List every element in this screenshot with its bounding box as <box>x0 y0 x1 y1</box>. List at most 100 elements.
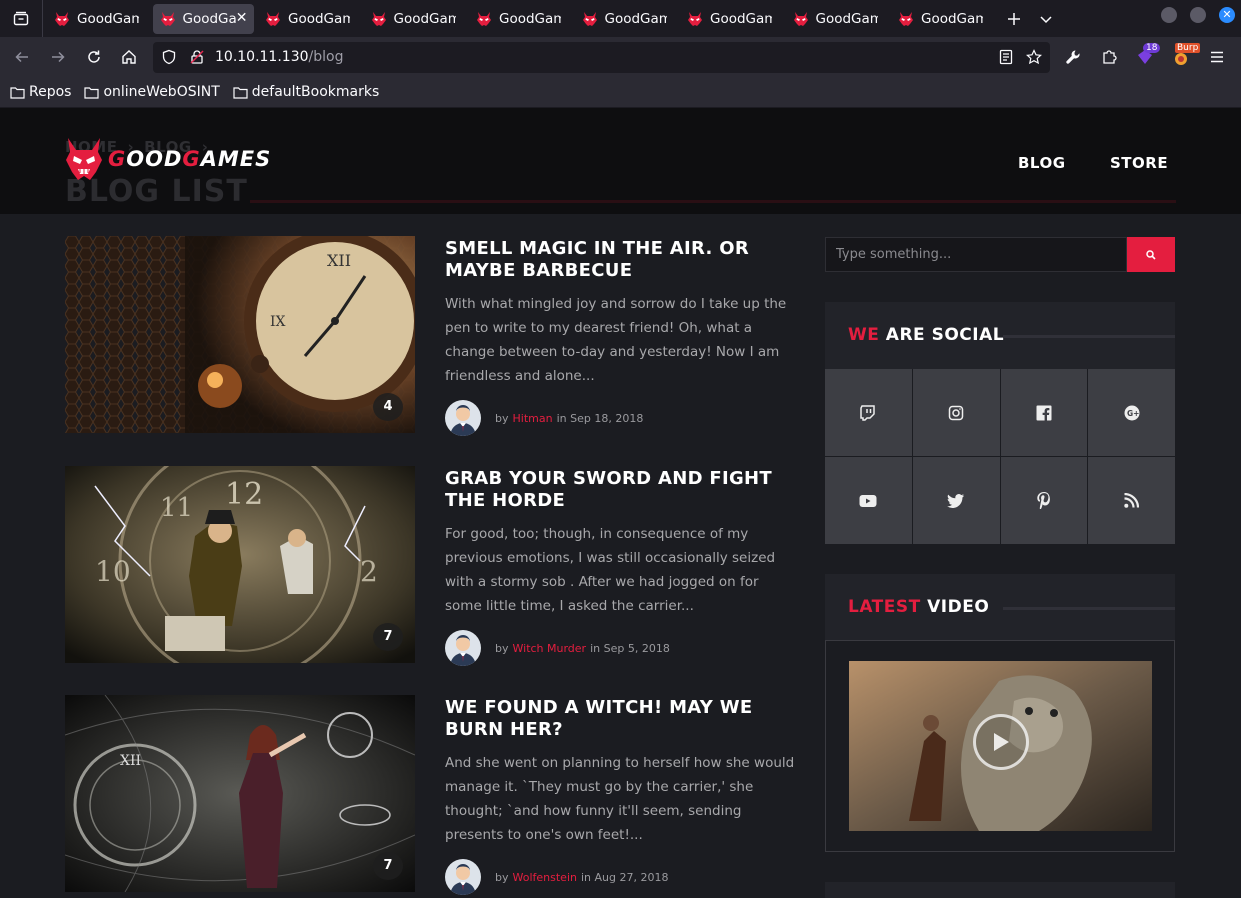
latest-video-widget <box>825 640 1175 852</box>
site-logo[interactable]: GOODGAMES <box>64 136 271 182</box>
tab-title: GoodGam <box>393 10 456 27</box>
heading-divider <box>250 200 1176 203</box>
tab-title: GoodGam <box>815 10 878 27</box>
extensions-button[interactable] <box>1097 45 1121 69</box>
bookmark-folder-onlinewebosint[interactable]: onlineWebOSINT <box>84 84 220 100</box>
post-title[interactable]: GRAB YOUR SWORD AND FIGHT THE HORDE <box>445 468 790 512</box>
reload-button[interactable] <box>82 45 106 69</box>
pinterest-link[interactable] <box>1000 457 1088 544</box>
user-avatar-icon <box>450 864 476 895</box>
home-button[interactable] <box>117 45 141 69</box>
video-thumbnail[interactable] <box>849 661 1152 831</box>
play-icon <box>994 733 1009 751</box>
blog-post: 12 10 2 11 7 GRAB YOUR SWORD AND FIGHT T… <box>65 466 795 666</box>
bookmark-folder-defaultbookmarks[interactable]: defaultBookmarks <box>233 84 379 100</box>
post-excerpt: With what mingled joy and sorrow do I ta… <box>445 296 787 384</box>
browser-tab[interactable]: GoodGam <box>258 4 359 34</box>
post-thumbnail[interactable]: XII IX 4 <box>65 236 415 433</box>
facebook-link[interactable] <box>1000 369 1088 456</box>
witch-image: XII <box>65 695 415 892</box>
browser-tab[interactable]: GoodGam <box>575 4 676 34</box>
post-author-link[interactable]: Wolfenstein <box>513 871 577 884</box>
browser-tab[interactable]: GoodGam <box>786 4 887 34</box>
search-input[interactable] <box>825 237 1127 272</box>
rss-icon <box>1124 493 1140 508</box>
play-video-button[interactable] <box>973 714 1029 770</box>
search-button[interactable] <box>1127 237 1175 272</box>
window-close-button[interactable]: ✕ <box>1219 7 1235 23</box>
post-author-link[interactable]: Witch Murder <box>513 642 587 655</box>
new-tab-button[interactable] <box>997 4 1031 34</box>
post-title[interactable]: SMELL MAGIC IN THE AIR. OR MAYBE BARBECU… <box>445 238 790 282</box>
devtools-button[interactable] <box>1061 45 1085 69</box>
by-label: by <box>495 870 509 884</box>
browser-tab[interactable]: GoodGa ✕ <box>152 3 254 34</box>
by-label: by <box>495 411 509 425</box>
bookmark-label: onlineWebOSINT <box>103 84 220 100</box>
back-button[interactable] <box>10 45 34 69</box>
comment-count-badge[interactable]: 7 <box>373 852 403 880</box>
in-label: in <box>590 641 601 655</box>
youtube-link[interactable] <box>825 457 912 544</box>
comment-count-badge[interactable]: 7 <box>373 623 403 651</box>
browser-tab[interactable]: GoodGam <box>364 4 465 34</box>
folder-icon <box>233 86 248 99</box>
user-avatar-icon <box>450 635 476 666</box>
list-all-tabs-button[interactable] <box>1031 4 1061 34</box>
folder-icon <box>10 86 25 99</box>
author-avatar[interactable] <box>445 630 481 666</box>
author-avatar[interactable] <box>445 859 481 895</box>
svg-text:11: 11 <box>160 493 193 523</box>
bookmark-folder-repos[interactable]: Repos <box>10 84 71 100</box>
browser-tab[interactable]: GoodGam <box>469 4 570 34</box>
post-meta: by Wolfenstein in Aug 27, 2018 <box>445 859 668 895</box>
svg-text:G+: G+ <box>1127 409 1139 418</box>
forward-button[interactable] <box>46 45 70 69</box>
comment-count-badge[interactable]: 4 <box>373 393 403 421</box>
close-tab-icon[interactable]: ✕ <box>236 10 248 26</box>
post-thumbnail[interactable]: XII 7 <box>65 695 415 892</box>
twitter-icon <box>947 493 965 508</box>
tab-strip: GoodGam GoodGa ✕ GoodGam GoodGam GoodGam GoodG… <box>47 3 997 34</box>
insecure-lock-icon[interactable] <box>189 49 205 65</box>
url-bar[interactable]: 10.10.11.130/blog <box>153 42 1050 73</box>
rss-link[interactable] <box>1088 457 1175 544</box>
post-thumbnail[interactable]: 12 10 2 11 7 <box>65 466 415 663</box>
url-host: 10.10.11.130 <box>215 49 309 65</box>
pinterest-icon <box>1037 492 1050 509</box>
post-author-link[interactable]: Hitman <box>513 412 553 425</box>
twitter-link[interactable] <box>912 457 1000 544</box>
url-text[interactable]: 10.10.11.130/blog <box>215 49 343 65</box>
firefox-view-button[interactable] <box>0 0 42 37</box>
browser-nav-bar: 10.10.11.130/blog 18 Burp <box>0 37 1241 77</box>
instagram-icon <box>948 405 964 420</box>
goodgames-favicon-icon <box>688 11 702 26</box>
instagram-link[interactable] <box>912 369 1000 456</box>
browser-tab[interactable]: GoodGam <box>680 4 781 34</box>
goodgames-favicon-icon <box>266 11 280 26</box>
reader-view-icon[interactable] <box>998 49 1014 65</box>
goodgames-favicon-icon <box>793 11 808 26</box>
goodgames-favicon-icon <box>371 11 386 26</box>
google-plus-link[interactable]: G+ <box>1088 369 1175 456</box>
browser-tab[interactable]: GoodGam <box>47 4 148 34</box>
post-title[interactable]: WE FOUND A WITCH! MAY WE BURN HER? <box>445 697 790 741</box>
nav-store-link[interactable]: STORE <box>1110 154 1168 172</box>
chevron-down-icon <box>1039 15 1052 23</box>
browser-tab[interactable]: GoodGam <box>891 4 992 34</box>
bookmark-label: defaultBookmarks <box>251 84 380 100</box>
bookmark-star-icon[interactable] <box>1026 49 1042 65</box>
nav-blog-link[interactable]: BLOG <box>1018 154 1066 172</box>
heading-divider <box>1003 607 1175 610</box>
reload-icon <box>88 50 100 63</box>
window-minimize-button[interactable] <box>1161 7 1177 23</box>
svg-text:12: 12 <box>225 477 263 512</box>
firefox-view-icon <box>13 11 29 25</box>
app-menu-button[interactable] <box>1205 45 1229 69</box>
window-maximize-button[interactable] <box>1190 7 1206 23</box>
twitch-link[interactable] <box>825 369 912 456</box>
shield-icon[interactable] <box>161 49 177 65</box>
logo-wordmark: GOODGAMES <box>108 147 272 171</box>
author-avatar[interactable] <box>445 400 481 436</box>
tab-title: GoodGam <box>288 10 350 27</box>
